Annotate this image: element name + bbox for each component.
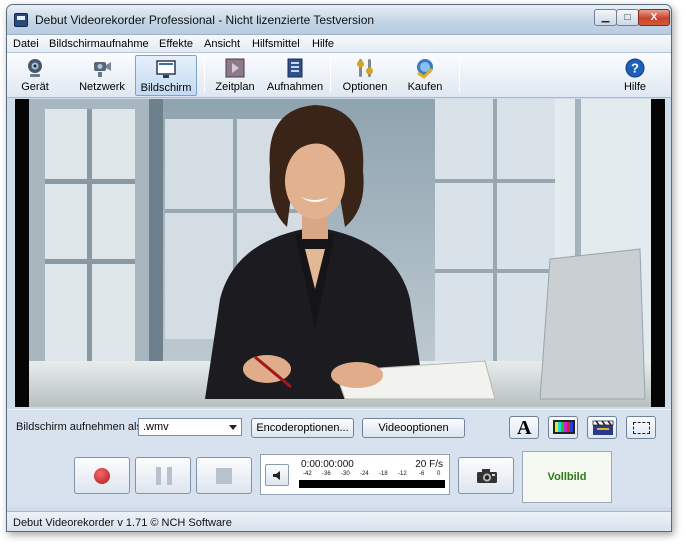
toolbar-label: Hilfe	[623, 81, 646, 93]
menu-bildschirmaufnahme[interactable]: Bildschirmaufnahme	[49, 38, 149, 50]
text-overlay-button[interactable]: A	[509, 416, 539, 439]
format-select[interactable]: .wmv	[138, 418, 242, 436]
fullscreen-button[interactable]: Vollbild	[522, 451, 612, 503]
text-overlay-icon: A	[517, 417, 532, 439]
toolbar-zeitplan-button[interactable]: Zeitplan	[211, 55, 259, 96]
webcam-icon	[28, 59, 42, 77]
audio-mute-button[interactable]	[265, 464, 289, 486]
format-select-value: .wmv	[143, 421, 169, 433]
status-text: Debut Videorekorder v 1.71 © NCH Softwar…	[13, 517, 232, 529]
toolbar-label: Gerät	[21, 81, 49, 93]
record-icon	[94, 468, 110, 484]
meter-tick: -30	[341, 471, 350, 477]
toolbar-label: Zeitplan	[215, 81, 255, 93]
toolbar-hilfe-button[interactable]: ? Hilfe	[617, 55, 653, 96]
options-bar: Bildschirm aufnehmen als: .wmv Encoderop…	[7, 409, 671, 441]
meter-tick: -18	[379, 471, 388, 477]
menu-bar: Datei Bildschirmaufnahme Effekte Ansicht…	[7, 35, 671, 53]
clapperboard-icon	[592, 420, 614, 435]
toolbar-separator	[204, 59, 205, 92]
timecode: 0:00:00:000	[301, 459, 354, 470]
status-bar: Debut Videorekorder v 1.71 © NCH Softwar…	[7, 511, 671, 531]
meter-tick: -6	[419, 471, 425, 477]
menu-ansicht[interactable]: Ansicht	[204, 38, 240, 50]
toolbar-label: Kaufen	[407, 81, 443, 93]
speaker-icon	[273, 471, 280, 480]
toolbar-label: Bildschirm	[140, 82, 192, 94]
toolbar-separator	[330, 59, 331, 92]
audio-meter-scale: -42 -36 -30 -24 -18 -12 -6 0	[299, 471, 445, 480]
meter-tick: -36	[322, 471, 331, 477]
select-region-button[interactable]	[626, 416, 656, 439]
options-icon	[357, 59, 373, 77]
toolbar-label: Netzwerk	[79, 81, 125, 93]
menu-hilfsmittel[interactable]: Hilfsmittel	[252, 38, 300, 50]
video-options-button[interactable]: Videooptionen	[362, 418, 465, 438]
toolbar: Gerät Netzwerk Bildschirm Zeitplan Aufna…	[7, 53, 671, 98]
meter-tick: 0	[437, 471, 441, 477]
toolbar-kaufen-button[interactable]: Kaufen	[405, 55, 445, 96]
toolbar-label: Optionen	[342, 81, 388, 93]
app-icon	[14, 13, 28, 27]
selection-rectangle-icon	[633, 422, 650, 434]
audio-level-bar	[299, 480, 445, 488]
maximize-button[interactable]: □	[616, 9, 639, 26]
app-window: Debut Videorekorder Professional - Nicht…	[6, 4, 672, 532]
svg-text:?: ?	[631, 61, 639, 76]
menu-hilfe[interactable]: Hilfe	[312, 38, 334, 50]
chevron-down-icon	[229, 425, 237, 430]
record-controls: 0:00:00:000 20 F/s -42 -36 -30 -24 -18 -…	[7, 441, 671, 507]
window-title: Debut Videorekorder Professional - Nicht…	[35, 13, 375, 27]
toolbar-netzwerk-button[interactable]: Netzwerk	[75, 55, 129, 96]
toolbar-separator	[459, 59, 460, 92]
toolbar-label: Aufnahmen	[266, 81, 324, 93]
toolbar-aufnahmen-button[interactable]: Aufnahmen	[265, 55, 325, 96]
stop-button[interactable]	[196, 457, 252, 494]
close-button[interactable]: X	[638, 9, 670, 26]
title-bar: Debut Videorekorder Professional - Nicht…	[7, 5, 671, 35]
meter-tick: -42	[303, 471, 312, 477]
stop-icon	[216, 468, 232, 484]
encoder-options-button[interactable]: Encoderoptionen...	[251, 418, 354, 438]
recordings-icon	[287, 58, 303, 78]
video-preview	[15, 99, 665, 407]
toolbar-geraet-button[interactable]: Gerät	[13, 55, 57, 96]
frame-rate: 20 F/s	[415, 459, 443, 470]
video-effects-button[interactable]	[587, 416, 617, 439]
record-button[interactable]	[74, 457, 130, 494]
record-as-label: Bildschirm aufnehmen als:	[16, 421, 146, 433]
toolbar-bildschirm-button[interactable]: Bildschirm	[135, 55, 197, 96]
toolbar-optionen-button[interactable]: Optionen	[339, 55, 391, 96]
color-adjust-button[interactable]	[548, 416, 578, 439]
help-icon: ?	[625, 58, 645, 78]
screen-icon	[156, 60, 176, 78]
camera-icon	[477, 469, 497, 483]
network-camera-icon	[94, 62, 111, 77]
menu-effekte[interactable]: Effekte	[159, 38, 193, 50]
recording-meter: 0:00:00:000 20 F/s -42 -36 -30 -24 -18 -…	[260, 454, 450, 495]
preview-image	[15, 99, 665, 407]
snapshot-button[interactable]	[458, 457, 514, 494]
pause-button[interactable]	[135, 457, 191, 494]
color-bars-icon	[553, 420, 575, 434]
menu-datei[interactable]: Datei	[13, 38, 39, 50]
buy-icon	[417, 59, 434, 79]
minimize-button[interactable]: ▁	[594, 9, 617, 26]
schedule-icon	[225, 58, 245, 78]
meter-tick: -24	[360, 471, 369, 477]
meter-tick: -12	[398, 471, 407, 477]
